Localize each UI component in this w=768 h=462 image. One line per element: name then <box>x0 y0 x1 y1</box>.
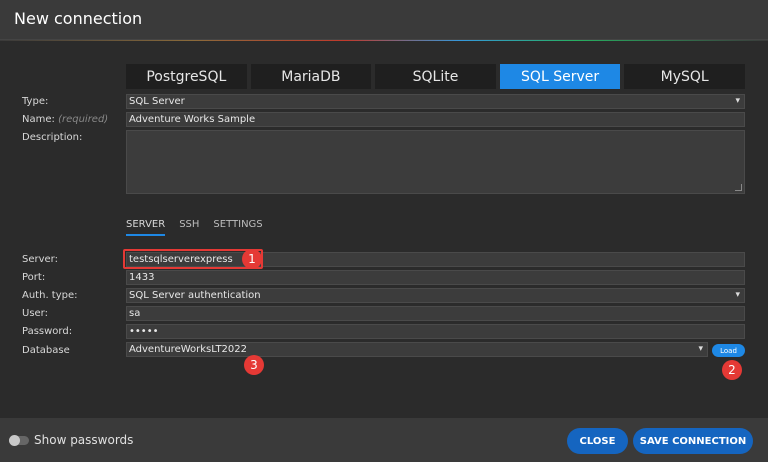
auth-type-select[interactable]: SQL Server authentication <box>126 288 745 303</box>
tab-settings[interactable]: SETTINGS <box>213 219 262 236</box>
resize-grip-icon[interactable] <box>735 184 742 191</box>
annotation-badge-2: 2 <box>722 360 742 380</box>
type-label: Type: <box>22 96 49 107</box>
name-label: Name: (required) <box>22 114 109 125</box>
auth-type-value: SQL Server authentication <box>129 290 261 301</box>
tab-mariadb[interactable]: MariaDB <box>250 64 372 89</box>
server-label: Server: <box>22 254 58 265</box>
port-label: Port: <box>22 272 46 283</box>
auth-type-label: Auth. type: <box>22 290 78 301</box>
save-connection-button[interactable]: SAVE CONNECTION <box>633 428 753 454</box>
name-input[interactable]: Adventure Works Sample <box>126 112 745 127</box>
tab-sql-server[interactable]: SQL Server <box>499 64 621 89</box>
password-value: ••••• <box>129 326 159 337</box>
required-hint: (required) <box>58 114 109 125</box>
show-passwords-label: Show passwords <box>34 433 134 447</box>
close-button[interactable]: CLOSE <box>567 428 628 454</box>
database-value: AdventureWorksLT2022 <box>129 344 248 355</box>
tab-server[interactable]: SERVER <box>126 219 166 236</box>
load-button[interactable]: Load <box>712 344 745 357</box>
name-value: Adventure Works Sample <box>129 114 256 125</box>
tab-mysql[interactable]: MySQL <box>624 64 745 89</box>
title-bar: New connection <box>0 0 768 40</box>
port-value: 1433 <box>129 272 155 283</box>
dialog-footer: Show passwords CLOSE SAVE CONNECTION <box>0 418 768 462</box>
tab-postgresql[interactable]: PostgreSQL <box>126 64 247 89</box>
user-label: User: <box>22 308 48 319</box>
annotation-badge-3: 3 <box>244 355 264 375</box>
description-textarea[interactable] <box>126 130 745 194</box>
description-label: Description: <box>22 132 83 143</box>
user-value: sa <box>129 308 141 319</box>
user-input[interactable]: sa <box>126 306 745 321</box>
database-label: Database <box>22 345 70 356</box>
annotation-badge-1: 1 <box>242 249 262 269</box>
port-input[interactable]: 1433 <box>126 270 745 285</box>
show-passwords-toggle[interactable] <box>9 435 29 446</box>
database-type-tabs: PostgreSQL MariaDB SQLite SQL Server MyS… <box>126 64 745 89</box>
password-label: Password: <box>22 326 73 337</box>
connection-sub-tabs: SERVER SSH SETTINGS <box>126 219 263 236</box>
type-value: SQL Server <box>129 96 185 107</box>
tab-ssh[interactable]: SSH <box>179 219 199 236</box>
window-title: New connection <box>14 9 143 28</box>
type-select[interactable]: SQL Server <box>126 94 745 109</box>
tab-sqlite[interactable]: SQLite <box>375 64 496 89</box>
password-input[interactable]: ••••• <box>126 324 745 339</box>
database-select[interactable]: AdventureWorksLT2022 <box>126 342 708 357</box>
